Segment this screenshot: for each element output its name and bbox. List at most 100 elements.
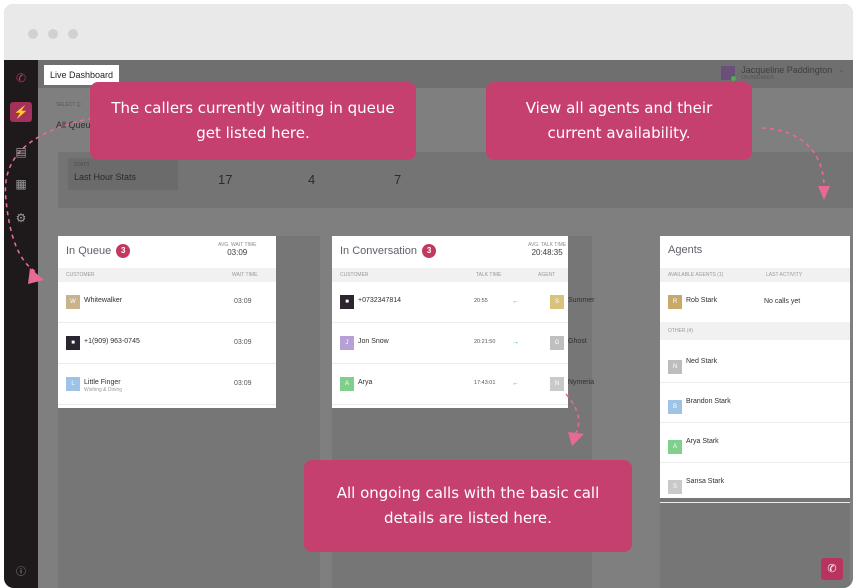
column-customer: CUSTOMER	[340, 272, 369, 278]
conversation-title-text: In Conversation	[340, 245, 418, 257]
avatar: N	[550, 377, 564, 391]
avatar: G	[550, 336, 564, 350]
phone-icon[interactable]: ✆	[10, 68, 32, 88]
stat-value: 4	[308, 172, 316, 187]
avatar	[721, 66, 737, 81]
queue-column-header: CUSTOMER WAIT TIME	[58, 268, 276, 282]
table-row[interactable]: ■ +0732347814 20:55 ← S Summer	[332, 282, 594, 323]
lightning-icon[interactable]: ⚡	[10, 102, 32, 122]
queue-title-text: In Queue	[66, 245, 112, 257]
other-agents-label: OTHER (4)	[668, 328, 693, 334]
avatar: S	[668, 480, 682, 494]
conversation-title: In Conversation 3	[340, 244, 437, 258]
agent-name: Ghost	[568, 338, 587, 345]
gear-icon[interactable]: ⚙	[10, 208, 32, 228]
avg-wait-value: 03:09	[227, 248, 248, 257]
agent-name: Nymeria	[568, 379, 595, 386]
customer-name: Arya	[358, 379, 373, 386]
user-name: Jacqueline Paddington	[741, 65, 833, 75]
column-customer: CUSTOMER	[66, 272, 95, 278]
agents-title: Agents	[668, 244, 703, 256]
queue-title: In Queue 3	[66, 244, 131, 258]
avg-talk: AVG. TALK TIME 20:48:35	[528, 242, 566, 257]
avatar: N	[668, 360, 682, 374]
agents-card-header: Agents	[660, 236, 850, 268]
agent-name: Ned Stark	[686, 358, 718, 365]
table-row[interactable]: J Jon Snow 20:21:50 → G Ghost	[332, 323, 587, 364]
minimize-window-button[interactable]	[48, 29, 58, 39]
talk-time: 20:21:50	[474, 339, 496, 345]
customer-name: Whitewalker	[84, 297, 123, 304]
queue-select[interactable]: All Queu	[56, 120, 91, 130]
avatar: L	[66, 377, 80, 391]
avatar: J	[340, 336, 354, 350]
table-row[interactable]: ■ +1(909) 963-0745 03:09	[58, 323, 276, 364]
arrow-right-icon: →	[512, 339, 519, 346]
talk-time: 17:43:01	[474, 380, 496, 386]
queue-count-badge: 3	[116, 244, 131, 258]
list-item[interactable]: N Ned Stark	[660, 342, 850, 383]
conversation-card: In Conversation 3 AVG. TALK TIME 20:48:35…	[332, 236, 594, 408]
list-item[interactable]: B Brandon Stark	[660, 382, 850, 423]
customer-name: +0732347814	[358, 297, 402, 304]
stats-period-select[interactable]: STATS Last Hour Stats	[68, 158, 178, 190]
list-item[interactable]: A Arya Stark	[660, 422, 850, 463]
avatar: W	[66, 295, 80, 309]
user-status: ON BREAKER	[741, 75, 775, 81]
wait-time: 03:09	[234, 339, 252, 346]
conversation-count-badge: 3	[422, 244, 437, 258]
arrow-left-icon: ←	[512, 298, 519, 305]
agent-name: Sansa Stark	[686, 478, 725, 485]
chart-icon[interactable]: ▤	[10, 142, 32, 162]
queue-card: In Queue 3 AVG. WAIT TIME 03:09 CUSTOMER …	[58, 236, 276, 408]
column-agent: AGENT	[538, 272, 556, 278]
queue-card-header: In Queue 3 AVG. WAIT TIME 03:09	[58, 236, 276, 268]
agent-name: Arya Stark	[686, 438, 719, 445]
avg-talk-value: 20:48:35	[531, 248, 563, 257]
chevron-down-icon: ⌄	[838, 65, 845, 74]
wait-time: 03:09	[234, 380, 252, 387]
column-wait-time: WAIT TIME	[232, 272, 258, 278]
title-bar	[4, 4, 853, 60]
conversation-column-header: CUSTOMER TALK TIME AGENT	[332, 268, 568, 282]
queue-panel: In Queue 3 AVG. WAIT TIME 03:09 CUSTOMER …	[58, 236, 320, 588]
avatar: B	[668, 400, 682, 414]
avatar: R	[668, 295, 682, 309]
avatar: A	[340, 377, 354, 391]
maximize-window-button[interactable]	[68, 29, 78, 39]
column-talk-time: TALK TIME	[476, 272, 502, 278]
avg-wait: AVG. WAIT TIME 03:09	[218, 242, 256, 257]
agents-column-header: AVAILABLE AGENTS (1) LAST ACTIVITY	[660, 268, 850, 282]
user-icon: ■	[340, 295, 354, 309]
list-item[interactable]: R Rob Stark No calls yet	[660, 282, 850, 323]
other-agents-header: OTHER (4)	[660, 322, 850, 340]
stat-value: 7	[394, 172, 402, 187]
list-item[interactable]: S Sansa Stark	[660, 462, 850, 503]
column-available-agents: AVAILABLE AGENTS (1)	[668, 272, 724, 278]
customer-name: +1(909) 963-0745	[84, 338, 140, 345]
stats-bar: STATS Last Hour Stats 17 4 7	[58, 152, 853, 208]
customer-name: Jon Snow	[358, 338, 389, 345]
stats-period-label: STATS	[74, 162, 90, 168]
help-icon[interactable]: ⓘ	[10, 560, 32, 580]
queue-callout: The callers currently waiting in queue g…	[90, 82, 416, 160]
card-icon[interactable]: ▦	[10, 174, 32, 194]
avatar: S	[550, 295, 564, 309]
queue-select-label: SELECT Q	[56, 102, 81, 108]
column-last-activity: LAST ACTIVITY	[766, 272, 803, 278]
agent-name: Summer	[568, 297, 595, 304]
phone-icon[interactable]: ✆	[821, 558, 843, 580]
agents-panel: Agents AVAILABLE AGENTS (1) LAST ACTIVIT…	[660, 236, 850, 588]
stats-period-value: Last Hour Stats	[74, 172, 137, 182]
close-window-button[interactable]	[28, 29, 38, 39]
conversation-card-header: In Conversation 3 AVG. TALK TIME 20:48:35	[332, 236, 568, 268]
table-row[interactable]: L Little Finger Wishing & Dining 03:09	[58, 364, 276, 405]
table-row[interactable]: W Whitewalker 03:09	[58, 282, 276, 323]
agent-name: Brandon Stark	[686, 398, 731, 405]
talk-time: 20:55	[474, 298, 488, 304]
table-row[interactable]: A Arya 17:43:01 ← N Nymeria	[332, 364, 594, 405]
avatar: A	[668, 440, 682, 454]
calls-callout: All ongoing calls with the basic call de…	[304, 460, 632, 552]
agent-name: Rob Stark	[686, 297, 718, 304]
user-icon: ■	[66, 336, 80, 350]
